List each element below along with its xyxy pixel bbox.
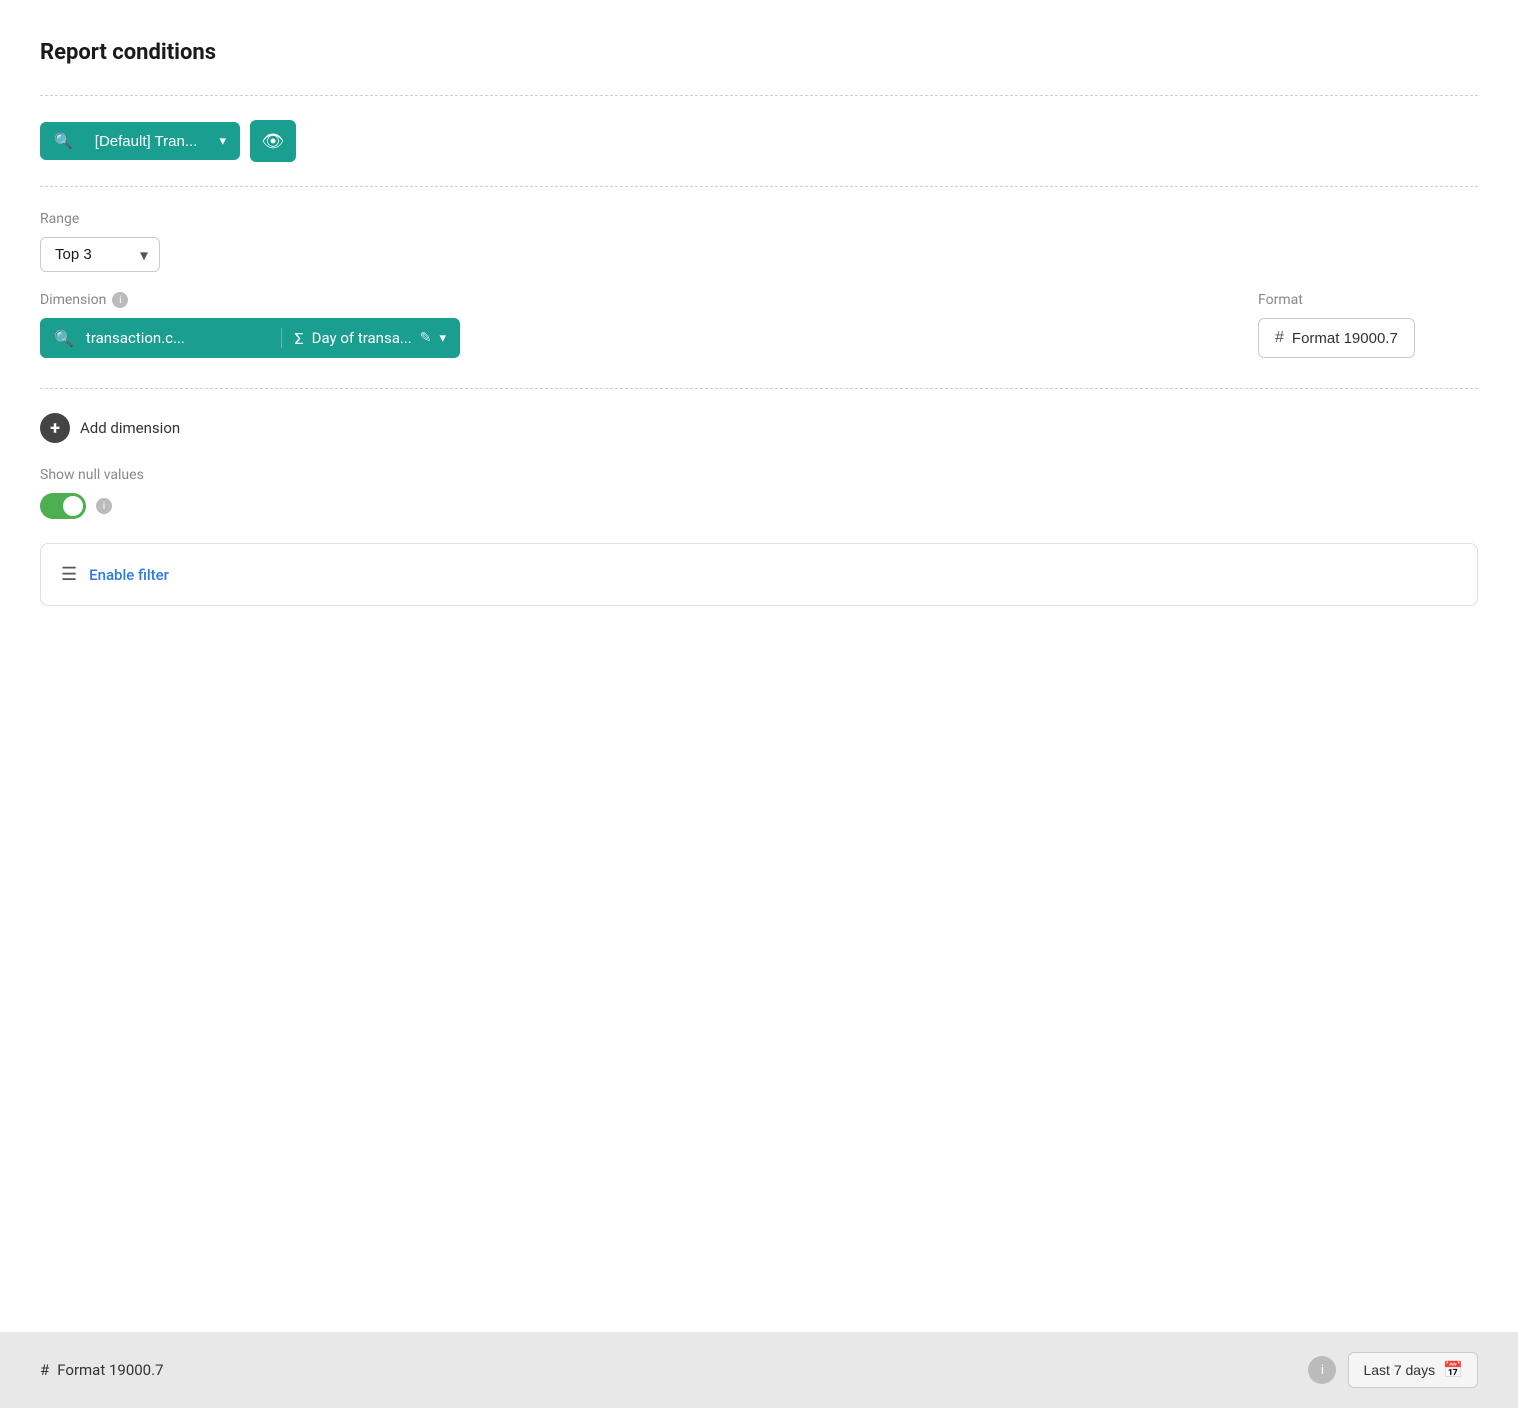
range-label: Range xyxy=(40,211,1478,227)
footer-info-icon[interactable]: i xyxy=(1308,1356,1336,1384)
page-title: Report conditions xyxy=(40,40,1478,65)
dimension-section: Dimension i 🔍 transaction.c... Σ Day of … xyxy=(40,292,1478,358)
dimension-info-icon[interactable]: i xyxy=(112,292,128,308)
chevron-down-icon: ▾ xyxy=(219,133,226,149)
footer-format-value: Format 19000.7 xyxy=(57,1361,163,1379)
range-select[interactable]: Top 1 Top 3 Top 5 Top 10 All xyxy=(40,237,160,272)
null-values-toggle[interactable] xyxy=(40,493,86,519)
dimension-header: Dimension i xyxy=(40,292,1218,308)
dimension-bar[interactable]: 🔍 transaction.c... Σ Day of transa... ✎ … xyxy=(40,318,460,358)
toggle-row: i xyxy=(40,493,1478,519)
format-label: Format xyxy=(1258,292,1478,308)
edit-icon[interactable]: ✎ xyxy=(420,330,432,346)
view-dropdown-label: [Default] Tran... xyxy=(81,133,212,150)
null-values-info-icon[interactable]: i xyxy=(96,498,112,514)
dimension-right: Σ Day of transa... ✎ ▾ xyxy=(294,329,446,348)
calendar-icon: 📅 xyxy=(1443,1360,1463,1380)
view-dropdown[interactable]: 🔍 [Default] Tran... ▾ xyxy=(40,122,240,160)
add-circle-icon: + xyxy=(40,413,70,443)
dimension-col: Dimension i 🔍 transaction.c... Σ Day of … xyxy=(40,292,1218,358)
divider-2 xyxy=(40,388,1478,389)
dimension-left-text: transaction.c... xyxy=(86,329,270,347)
footer-bar: # Format 19000.7 i Last 7 days 📅 xyxy=(0,1332,1518,1408)
hash-icon: # xyxy=(1275,329,1284,347)
dimension-separator xyxy=(281,328,282,348)
divider-top xyxy=(40,95,1478,96)
enable-filter-button[interactable]: ☰ Enable filter xyxy=(40,543,1478,606)
format-value: Format 19000.7 xyxy=(1292,330,1398,347)
view-selector-row: 🔍 [Default] Tran... ▾ 👁 xyxy=(40,120,1478,162)
enable-filter-label: Enable filter xyxy=(89,566,169,584)
format-col: Format # Format 19000.7 xyxy=(1258,292,1478,358)
footer-hash-icon: # xyxy=(40,1361,49,1379)
divider-1 xyxy=(40,186,1478,187)
add-dimension-button[interactable]: + Add dimension xyxy=(40,413,1478,443)
footer-right: i Last 7 days 📅 xyxy=(1308,1352,1478,1388)
range-section: Range Top 1 Top 3 Top 5 Top 10 All xyxy=(40,211,1478,272)
eye-button[interactable]: 👁 xyxy=(250,120,296,162)
last-days-label: Last 7 days xyxy=(1363,1362,1435,1378)
add-dimension-label: Add dimension xyxy=(80,419,180,437)
range-select-wrapper: Top 1 Top 3 Top 5 Top 10 All xyxy=(40,237,160,272)
filter-icon: ☰ xyxy=(61,564,77,585)
search-icon-small: 🔍 xyxy=(54,132,73,150)
last-days-button[interactable]: Last 7 days 📅 xyxy=(1348,1352,1478,1388)
footer-format: # Format 19000.7 xyxy=(40,1361,164,1379)
eye-icon: 👁 xyxy=(262,131,285,152)
dimension-format-row: Dimension i 🔍 transaction.c... Σ Day of … xyxy=(40,292,1478,358)
dimension-label: Dimension xyxy=(40,292,106,308)
dimension-left-icon: 🔍 xyxy=(54,329,74,348)
chevron-down-icon[interactable]: ▾ xyxy=(439,331,446,346)
format-button[interactable]: # Format 19000.7 xyxy=(1258,318,1415,358)
null-values-section: Show null values i xyxy=(40,467,1478,519)
sigma-icon: Σ xyxy=(294,329,303,348)
dimension-sigma-text: Day of transa... xyxy=(312,329,412,347)
null-values-label: Show null values xyxy=(40,467,1478,483)
